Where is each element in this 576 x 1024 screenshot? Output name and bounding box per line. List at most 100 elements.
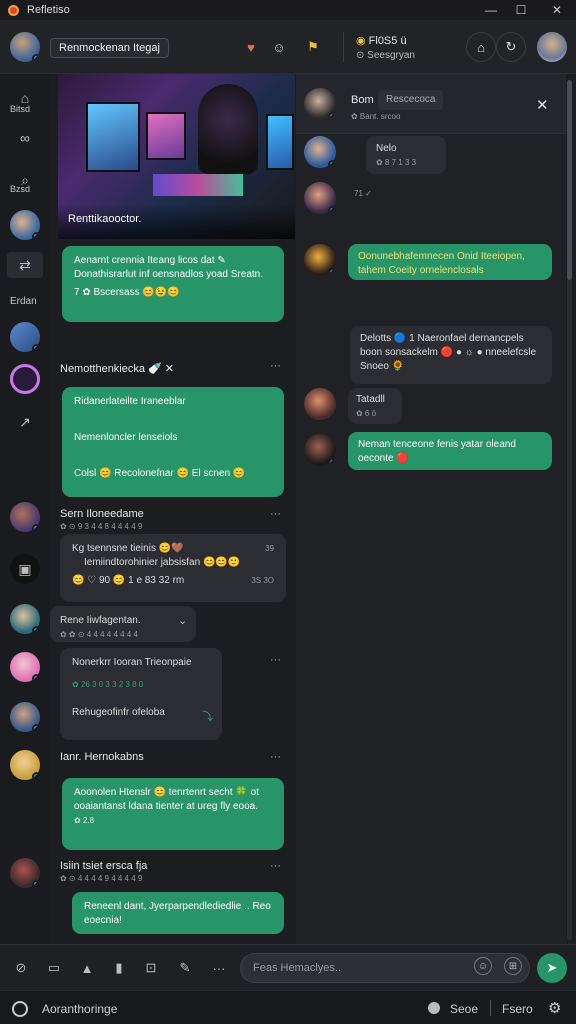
monitor-graphic [86, 102, 140, 172]
hero-image[interactable]: Renttikaooctor. [58, 74, 295, 239]
more-options-icon[interactable]: ··· [270, 508, 281, 520]
message-bubble[interactable]: Rene Iiwfagentan. ✿ ✿ ⊙ 4 4 4 4 4 4 4 4 … [50, 606, 196, 642]
thread-pill[interactable]: Rescecoca [378, 90, 444, 110]
scrollbar[interactable] [567, 80, 572, 940]
sender-name: Rene Iiwfagentan. [60, 615, 141, 626]
reply-avatar[interactable] [304, 244, 336, 276]
coin-icon: ◉ [356, 35, 369, 47]
reply-avatar[interactable] [304, 136, 336, 168]
more-options-icon[interactable]: ··· [270, 360, 281, 372]
chevron-down-icon[interactable]: ⌄ [178, 614, 187, 628]
sidebar-avatar-3[interactable] [10, 364, 40, 394]
message-text: Kg tsennsne tieinis 😊🤎 [72, 543, 184, 554]
reply-avatar[interactable] [304, 388, 336, 420]
reply-bubble[interactable]: Neman tenceone fenis yatar oleand oecont… [348, 432, 552, 470]
minimize-button[interactable]: — [476, 0, 506, 20]
more-options-icon[interactable]: ··· [270, 751, 281, 763]
close-window-button[interactable]: ✕ [542, 0, 572, 20]
send-button[interactable]: ➤ [537, 953, 567, 983]
app-status-icon [12, 1001, 28, 1017]
sidebar-avatar-6[interactable] [10, 652, 40, 682]
sidebar-avatar-4[interactable] [10, 502, 40, 532]
sidebar: ⌂ Bitsd ∞ ⌕ Bzsd ⇄ Erdan ↗ ▣ [0, 74, 50, 944]
message-bubble[interactable]: Nonerkrr Iooran Trieonpaie ✿ 26 3 0 3 3 … [60, 648, 222, 740]
timer-icon[interactable]: ⊘ [10, 957, 32, 979]
thread-user-name: Bom [351, 94, 374, 106]
message-text: Iemiindtorohinier jabsisfan 😊😊🙂 [84, 557, 241, 568]
footer-status-label[interactable]: Seoe [450, 1002, 478, 1016]
folder-icon[interactable]: ▣ [10, 554, 40, 584]
room-name[interactable]: Renmockenan Itegaj [50, 38, 169, 58]
monitor-graphic [146, 112, 186, 160]
message-bubble[interactable]: Ridanerlateilte Iraneeblar Nemenloncler … [62, 387, 284, 497]
status-dot-icon [32, 344, 40, 352]
sidebar-avatar-7[interactable] [10, 702, 40, 732]
maximize-button[interactable]: ☐ [506, 0, 536, 20]
reply-bubble[interactable]: Delotts 🔵 1 Naeronfael dernancpels boon … [350, 326, 552, 384]
send-status-icon: ⤵ [202, 711, 213, 723]
attach-file-icon[interactable]: ▭ [43, 957, 65, 979]
sidebar-avatar-8[interactable] [10, 750, 40, 780]
status-dot-icon [328, 268, 336, 276]
more-options-icon[interactable]: ··· [270, 860, 281, 872]
image-icon[interactable]: ⊡ [140, 957, 162, 979]
status-dot-icon [32, 232, 40, 240]
reply-name: Tatadll [356, 394, 385, 405]
message-bubble[interactable]: Kg tsennsne tieinis 😊🤎 39 Iemiindtorohini… [60, 534, 286, 602]
settings-gear-icon[interactable]: ⚙ [548, 999, 561, 1017]
right-user-name: Fl0S5 [368, 35, 398, 47]
message-reactions: 😊 ♡ 90 😊 1 e 83 32 rm [72, 575, 185, 586]
more-icon[interactable]: ··· [208, 957, 230, 979]
message-text: Reneenl dant, Jyerparpendlediedlie .. Re… [84, 901, 271, 926]
message-bubble[interactable]: Reneenl dant, Jyerparpendlediedlie .. Re… [72, 892, 284, 934]
hero-caption: Renttikaooctor. [68, 213, 142, 225]
thread-avatar[interactable] [304, 88, 336, 120]
reply-avatar[interactable] [304, 182, 336, 214]
message-time: 39 [265, 544, 274, 553]
message-bubble[interactable]: Aenarnt crennia Iteang licos dat ✎ Donat… [62, 246, 284, 322]
status-dot-icon [32, 880, 40, 888]
sidebar-avatar-5[interactable] [10, 604, 40, 634]
emoji-icon[interactable]: ☺ [474, 957, 492, 975]
sidebar-avatar-1[interactable] [10, 210, 40, 240]
keyboard-graphic [153, 174, 243, 196]
refresh-icon[interactable]: ↻ [496, 32, 526, 62]
home-icon[interactable]: ⌂ [466, 32, 496, 62]
link-icon[interactable]: ∞ [13, 126, 37, 150]
profile-avatar[interactable] [537, 32, 567, 62]
footer-right-label[interactable]: Fsero [502, 1002, 533, 1016]
scrollbar-thumb[interactable] [567, 80, 572, 280]
reply-bubble[interactable]: Oonunebhafemnecen Onid Iteeiopen, tahem … [348, 244, 552, 280]
title-bar: Refletiso — ☐ ✕ [0, 0, 576, 20]
thread-header: Bom Rescecoca ✿ Bant. srcoo ✕ [296, 74, 566, 134]
flag-icon[interactable]: ⚑ [302, 36, 324, 58]
status-dot-icon [328, 458, 336, 466]
status-dot-icon [32, 674, 40, 682]
status-dot-icon [328, 160, 336, 168]
message-text: Nonerkrr Iooran Trieonpaie [72, 657, 192, 668]
reply-bubble[interactable]: Nelo ✿ 8 7 1 3 3 [366, 136, 446, 174]
sender-name: Nemotthenk​iecka 🍼 ✕ [60, 363, 175, 375]
lock-icon[interactable]: ▮ [108, 957, 130, 979]
location-icon[interactable]: ▲ [76, 957, 98, 979]
app-window: Refletiso — ☐ ✕ Renmockenan Itegaj ♥ ☺ ⚑… [0, 0, 576, 1024]
more-options-icon[interactable]: ··· [270, 654, 281, 666]
close-icon[interactable]: ✕ [536, 96, 549, 114]
message-meta: ✿ ✿ ⊙ 4 4 4 4 4 4 4 4 [60, 630, 138, 639]
composer-bar: ⊘ ▭ ▲ ▮ ⊡ ✎ ··· Feas Hemaclyes.. ☺ ⊞ ➤ [0, 944, 576, 990]
emoji-icon[interactable]: ☺ [268, 36, 290, 58]
user-avatar[interactable] [10, 32, 40, 62]
message-text: Aoonolen Htenslr 😊 tenrtenrt secht 🍀 ot … [74, 787, 259, 812]
message-bubble[interactable]: Aoonolen Htenslr 😊 tenrtenrt secht 🍀 ot … [62, 778, 284, 850]
sidebar-avatar-9[interactable] [10, 858, 40, 888]
pen-icon[interactable]: ✎ [174, 957, 196, 979]
reply-avatar[interactable] [304, 434, 336, 466]
share-icon[interactable]: ↗ [13, 410, 37, 434]
message-text: Nemenloncler lenseiols [74, 432, 178, 443]
reply-meta: ✿ 6 ö [356, 409, 377, 418]
sidebar-avatar-2[interactable] [10, 322, 40, 352]
reply-bubble[interactable]: Tatadll ✿ 6 ö [348, 388, 402, 424]
people-icon[interactable]: ⇄ [7, 252, 43, 278]
gif-icon[interactable]: ⊞ [504, 957, 522, 975]
reaction-icon[interactable]: ♥ [240, 36, 262, 58]
